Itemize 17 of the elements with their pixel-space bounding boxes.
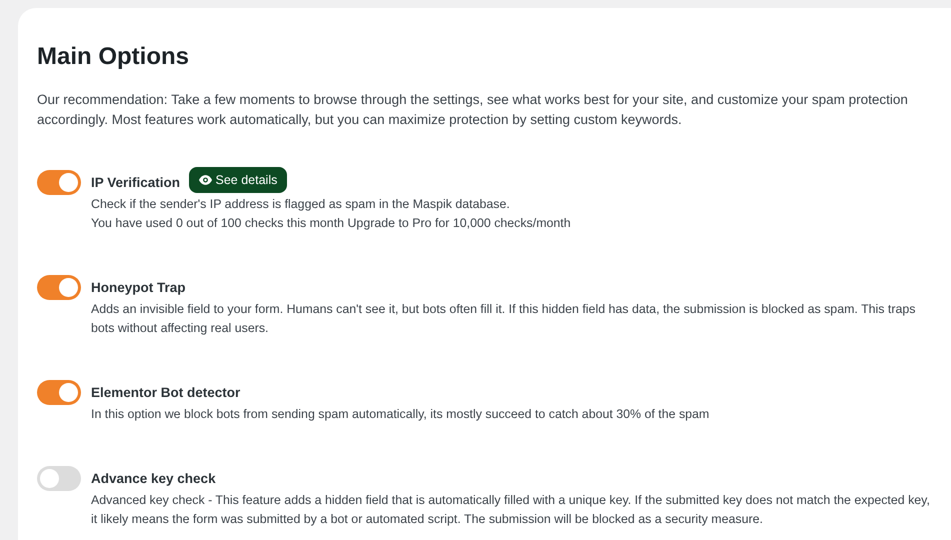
option-description: Check if the sender's IP address is flagged as spam in the Maspik database. (91, 196, 511, 213)
option-label: Honeypot Trap (91, 280, 186, 295)
option-description: Advanced key check - This feature adds a hidden field that is automatically filled with a unique key. If the submitted key does not match the expected key, it likely means the form was submitted by a bot or automated script. The submission will be blocked as a security measure. (91, 492, 931, 528)
toggle-switch[interactable] (37, 170, 81, 195)
option-label: Elementor Bot detector (91, 385, 240, 400)
eye-icon (198, 174, 212, 185)
option-description: You have used 0 out of 100 checks this month Upgrade to Pro for 10,000 checks/month (91, 215, 571, 232)
intro-text: Our recommendation: Take a few moments to browse through the settings, see what works best for your site, and customize your spam protection accordingly. Most features work automatically, but you can maximize protection by setting custom keywords. (37, 91, 909, 129)
page-title: Main Options (37, 42, 190, 72)
details-button[interactable]: See details (188, 166, 288, 193)
option-description: Adds an invisible field to your form. Humans can't see it, but bots often fill it. If this hidden field has data, the submission is blocked as spam. This traps bots without affecting real users. (91, 301, 916, 337)
option-label: Advance key check (91, 471, 216, 486)
toggle-switch[interactable] (37, 466, 81, 491)
option-label: IP Verification (91, 175, 180, 190)
option-description: In this option we block bots from sending spam automatically, its mostly succeed to catch about 30% of the spam (91, 406, 710, 423)
toggle-switch[interactable] (37, 380, 81, 405)
toggle-switch[interactable] (37, 275, 81, 300)
